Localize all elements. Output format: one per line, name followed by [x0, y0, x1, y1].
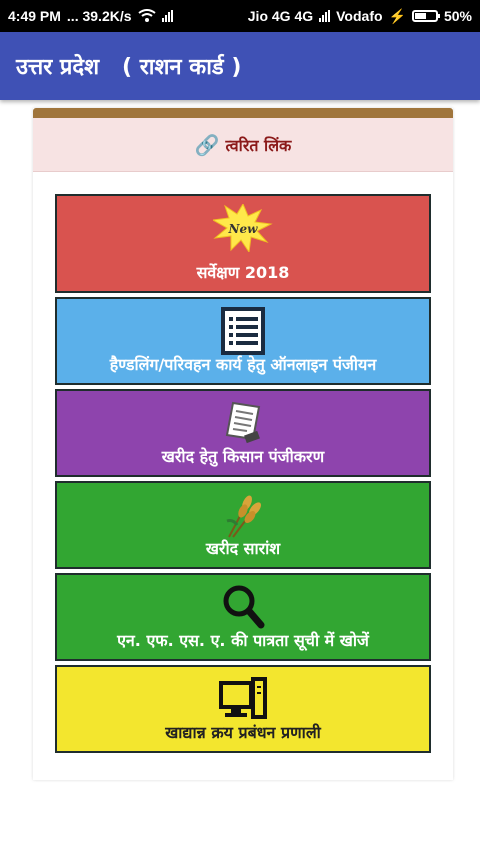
- status-carrier-1: Jio 4G 4G: [247, 8, 314, 24]
- status-time: 4:49 PM: [8, 8, 61, 24]
- wifi-icon: [137, 9, 156, 23]
- status-carrier-2: Vodafo: [336, 8, 383, 24]
- new-badge-text: New: [228, 222, 259, 236]
- signal-icon: [161, 10, 173, 22]
- quick-links-panel: 🔗 त्वरित लिंक New सर्वेक्षण 2018 हैण्डलि…: [33, 108, 453, 780]
- panel-header: 🔗 त्वरित लिंक: [33, 118, 453, 172]
- tile-nfsa-search[interactable]: एन. एफ. एस. ए. की पात्रता सूची में खोजें: [55, 573, 431, 661]
- status-speed: ... 39.2K/s: [66, 8, 132, 24]
- tile-purchase-summary[interactable]: खरीद सारांश: [55, 481, 431, 569]
- tiles-list: New सर्वेक्षण 2018 हैण्डलिंग/परिवहन कार्…: [55, 194, 431, 757]
- search-icon: [219, 583, 267, 635]
- panel-top-bar: [33, 108, 453, 118]
- signal-icon-2: [319, 10, 331, 22]
- link-icon: 🔗: [194, 132, 220, 157]
- app-bar: उत्तर प्रदेश ( राशन कार्ड ): [0, 32, 480, 100]
- charging-icon: ⚡: [388, 7, 406, 24]
- new-badge-icon: New: [211, 202, 273, 256]
- status-bar: 4:49 PM ... 39.2K/s Jio 4G 4G Vodafo ⚡ 5…: [0, 0, 480, 32]
- tile-survey-2018[interactable]: New सर्वेक्षण 2018: [55, 194, 431, 293]
- app-title: उत्तर प्रदेश ( राशन कार्ड ): [16, 55, 242, 80]
- tile-farmer-registration[interactable]: खरीद हेतु किसान पंजीकरण: [55, 389, 431, 477]
- wheat-icon: [219, 491, 267, 543]
- document-icon: [219, 399, 267, 451]
- tile-handling-registration[interactable]: हैण्डलिंग/परिवहन कार्य हेतु ऑनलाइन पंजीय…: [55, 297, 431, 385]
- tile-food-grain-management[interactable]: खाद्यान्न क्रय प्रबंधन प्रणाली: [55, 665, 431, 753]
- tile-label: सर्वेक्षण 2018: [196, 263, 290, 282]
- battery-icon: [411, 10, 440, 22]
- status-battery: 50%: [443, 8, 472, 24]
- list-icon: [219, 307, 267, 359]
- panel-header-label: त्वरित लिंक: [225, 135, 292, 155]
- computer-icon: [219, 675, 267, 727]
